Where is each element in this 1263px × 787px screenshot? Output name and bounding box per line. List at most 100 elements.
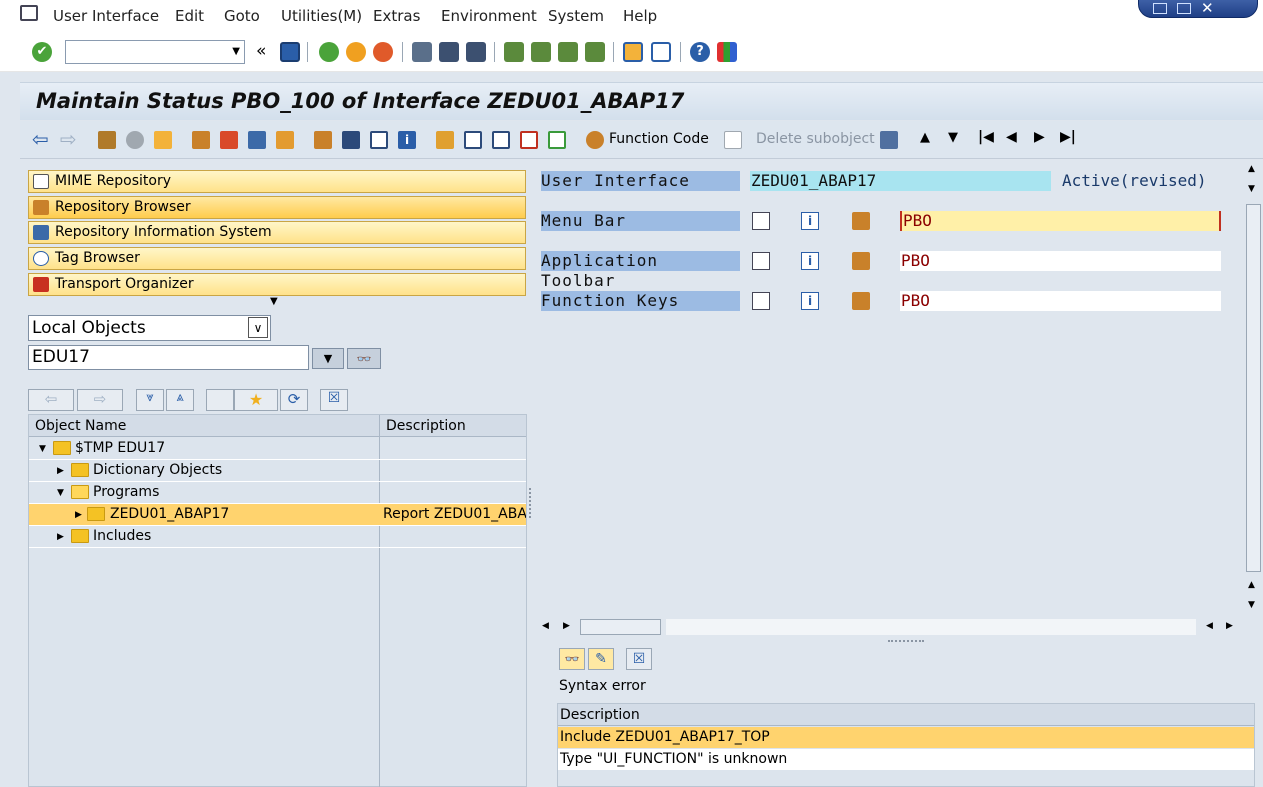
delete-subobject-button[interactable]: Delete subobject	[756, 131, 875, 147]
hierarchy-icon[interactable]	[852, 292, 870, 310]
tree-row[interactable]: ▶ Dictionary Objects	[29, 460, 526, 482]
column-header-description[interactable]: Description	[380, 415, 526, 437]
expand-tree-icon[interactable]	[752, 212, 770, 230]
tree-row[interactable]: ▼ Programs	[29, 482, 526, 504]
object-name-input[interactable]: EDU17	[28, 345, 309, 370]
horizontal-scrollbar[interactable]: ◀ ▶ ◀ ▶	[536, 618, 1241, 637]
object-type-select[interactable]: Local Objects ∨	[28, 315, 271, 341]
vertical-scrollbar[interactable]: ▲ ▼ ▲ ▼	[1244, 160, 1263, 620]
save-icon[interactable]	[280, 42, 300, 62]
check-icon[interactable]	[192, 131, 210, 149]
display-glasses-icon[interactable]: 👓	[559, 648, 585, 670]
last-icon[interactable]: ▶|	[1060, 129, 1076, 145]
scroll-left-icon[interactable]: ◀	[542, 621, 549, 631]
close-icon[interactable]: ✕	[1201, 0, 1214, 17]
scroll-right-icon[interactable]: ▶	[563, 621, 570, 631]
function-code-button[interactable]: Function Code	[609, 131, 709, 147]
find-icon[interactable]	[439, 42, 459, 62]
menu-help[interactable]: Help	[623, 7, 657, 25]
previous-icon[interactable]: ◀	[1006, 129, 1017, 145]
mime-repository-button[interactable]: MIME Repository	[28, 170, 526, 193]
scroll-left-icon[interactable]: ◀	[1206, 621, 1213, 631]
paste-icon[interactable]	[492, 131, 510, 149]
expand-arrow-icon[interactable]: ▼	[270, 296, 278, 307]
exit-icon[interactable]	[346, 42, 366, 62]
printer-icon[interactable]	[880, 131, 898, 149]
create-shortcut-icon[interactable]	[651, 42, 671, 62]
collapse-all-icon[interactable]: ⩓	[166, 389, 194, 411]
transport-organizer-button[interactable]: Transport Organizer	[28, 273, 526, 296]
favorites-star-icon[interactable]: ★	[234, 389, 278, 411]
hierarchy-icon[interactable]	[852, 212, 870, 230]
expand-tree-icon[interactable]	[752, 292, 770, 310]
message-row[interactable]: Type "UI_FUNCTION" is unknown	[558, 749, 1254, 770]
menu-utilities[interactable]: Utilities(M)	[281, 7, 362, 25]
repository-information-system-button[interactable]: Repository Information System	[28, 221, 526, 244]
test-icon[interactable]	[248, 131, 266, 149]
menu-edit[interactable]: Edit	[175, 7, 204, 25]
first-page-icon[interactable]	[504, 42, 524, 62]
menu-user-interface[interactable]: User Interface	[53, 7, 159, 25]
menu-bar-field[interactable]: PBO	[900, 211, 1221, 231]
tree-row[interactable]: ▶ Includes	[29, 526, 526, 548]
scroll-up-icon[interactable]: ▲	[1248, 164, 1255, 174]
page-up-icon[interactable]: ▲	[920, 130, 930, 145]
page-down-icon[interactable]: ▼	[948, 130, 958, 145]
last-page-icon[interactable]	[585, 42, 605, 62]
application-toolbar-field[interactable]: PBO	[900, 251, 1221, 271]
horizontal-splitter[interactable]	[888, 640, 924, 644]
find-next-icon[interactable]	[466, 42, 486, 62]
info-icon[interactable]: i	[801, 212, 819, 230]
tree-row[interactable]: ▼ $TMP EDU17	[29, 438, 526, 460]
enter-icon[interactable]: ✔	[32, 42, 52, 62]
function-keys-field[interactable]: PBO	[900, 291, 1221, 311]
scroll-down-icon[interactable]: ▼	[1248, 184, 1255, 194]
copy-icon[interactable]	[464, 131, 482, 149]
menu-system[interactable]: System	[548, 7, 604, 25]
next-page-icon[interactable]	[558, 42, 578, 62]
vertical-splitter[interactable]	[529, 488, 533, 518]
dropdown-button[interactable]: ▼	[312, 348, 344, 369]
command-field[interactable]: ▼	[65, 40, 245, 64]
help-icon[interactable]: ?	[690, 42, 710, 62]
display-change-icon[interactable]	[98, 131, 116, 149]
next-icon[interactable]: ▶	[1034, 129, 1045, 145]
expand-tree-icon[interactable]	[752, 252, 770, 270]
menu-goto[interactable]: Goto	[224, 7, 260, 25]
expand-all-icon[interactable]: ⩔	[136, 389, 164, 411]
print-icon[interactable]	[412, 42, 432, 62]
expand-icon[interactable]: ▶	[75, 510, 82, 520]
refresh-icon[interactable]: ⟳	[280, 389, 308, 411]
activate-icon[interactable]	[220, 131, 238, 149]
back-icon[interactable]	[319, 42, 339, 62]
info-icon[interactable]: i	[801, 292, 819, 310]
chevron-down-icon[interactable]: ∨	[248, 317, 268, 338]
cancel-icon[interactable]	[373, 42, 393, 62]
close-messages-icon[interactable]: ☒	[626, 648, 652, 670]
tree-back-icon[interactable]: ⇦	[28, 389, 74, 411]
menu-icon[interactable]	[20, 5, 38, 21]
repository-browser-button[interactable]: Repository Browser	[28, 196, 526, 219]
cut-icon[interactable]	[436, 131, 454, 149]
chevron-down-icon[interactable]: ▼	[232, 46, 240, 57]
insert-entry-icon[interactable]	[548, 131, 566, 149]
expand-icon[interactable]: ▶	[57, 466, 64, 476]
column-header-description[interactable]: Description	[558, 704, 1254, 726]
scroll-thumb[interactable]	[580, 619, 661, 635]
layout-icon[interactable]	[717, 42, 737, 62]
tree-forward-icon[interactable]: ⇨	[77, 389, 123, 411]
scroll-down-icon[interactable]: ▼	[1248, 600, 1255, 610]
active-inactive-icon[interactable]	[126, 131, 144, 149]
collapse-icon[interactable]: «	[256, 41, 266, 61]
hierarchy-icon[interactable]	[314, 131, 332, 149]
forward-arrow-icon[interactable]: ⇨	[60, 127, 77, 151]
previous-page-icon[interactable]	[531, 42, 551, 62]
maximize-icon[interactable]	[1177, 3, 1191, 14]
back-arrow-icon[interactable]: ⇦	[32, 127, 49, 151]
info-icon[interactable]: i	[801, 252, 819, 270]
message-row[interactable]: Include ZEDU01_ABAP17_TOP	[558, 727, 1254, 748]
close-tree-icon[interactable]: ☒	[320, 389, 348, 411]
other-object-icon[interactable]	[154, 131, 172, 149]
first-icon[interactable]: |◀	[978, 129, 994, 145]
function-code-icon[interactable]	[586, 131, 604, 149]
